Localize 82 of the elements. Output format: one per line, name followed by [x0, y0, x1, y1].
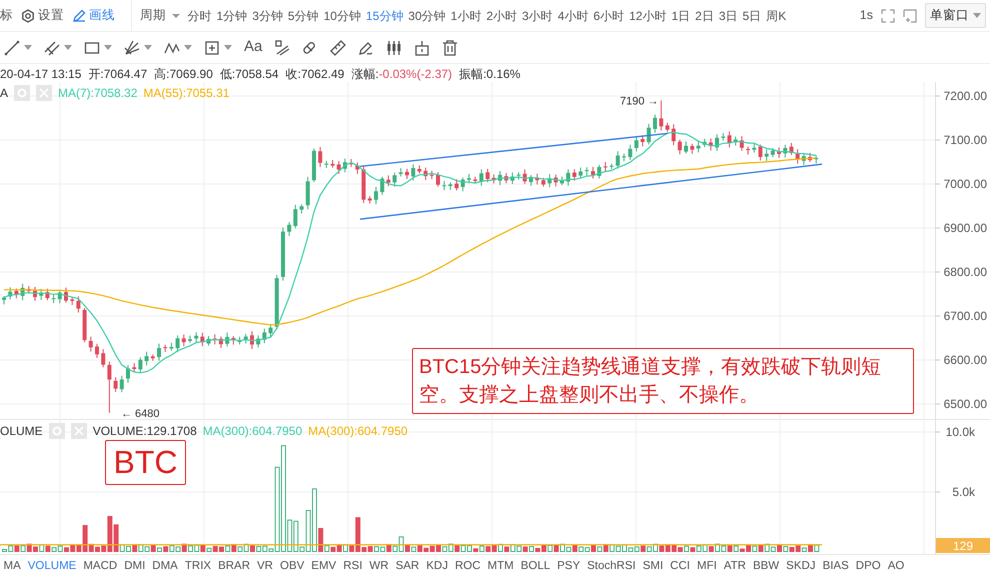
chart-note: BTC15分钟关注趋势线通道支撑，有效跌破下轨则短空。支撑之上盘整则不出手、不操作。: [412, 348, 914, 414]
ohlc-field: 低:7058.54: [220, 65, 279, 83]
text-tool[interactable]: Aa: [244, 36, 262, 59]
price-axis-label: 7000.00: [944, 177, 987, 191]
indicator-tab[interactable]: VR: [254, 558, 276, 576]
indicator-tab[interactable]: BIAS: [819, 558, 852, 576]
ohlc-field: 涨幅:-0.03%(-2.37): [351, 65, 452, 83]
low-price-label: ← 6480: [121, 408, 160, 420]
refresh-rate[interactable]: 1s: [860, 6, 873, 25]
interval-tab[interactable]: 10分钟: [321, 6, 364, 24]
ohlc-field: 开:7064.47: [88, 65, 148, 83]
interval-tab[interactable]: 2小时: [484, 6, 520, 24]
indicator-tab[interactable]: CCI: [666, 558, 694, 576]
interval-tab[interactable]: 2日: [692, 6, 716, 24]
indicator-tab[interactable]: ATR: [720, 558, 750, 576]
interval-tab[interactable]: 3日: [716, 6, 740, 24]
indicator-value: MA(300):604.7950: [202, 423, 302, 440]
price-axis-label: 7200.00: [944, 89, 987, 103]
indicator-tab[interactable]: DMI: [120, 558, 149, 576]
interval-tab[interactable]: 12小时: [626, 6, 669, 24]
interval-tab[interactable]: 1分钟: [214, 6, 250, 24]
indicator-tab[interactable]: ROC: [451, 558, 484, 576]
price-axis-label: 6500.00: [944, 397, 987, 411]
interval-tab[interactable]: 3小时: [520, 6, 556, 24]
price-axis-label: 6600.00: [944, 353, 987, 367]
draw-button[interactable]: 画线: [89, 6, 115, 25]
indicator-tab[interactable]: SKDJ: [782, 558, 820, 576]
indicator-tab[interactable]: BRAR: [214, 558, 254, 576]
ohlc-field: 高:7069.90: [154, 65, 213, 83]
indicator-tab[interactable]: TRIX: [181, 558, 215, 576]
indicator-tab[interactable]: WR: [366, 558, 392, 576]
interval-tab[interactable]: 6小时: [590, 6, 627, 24]
indicator-tab[interactable]: DPO: [852, 558, 884, 576]
indicator-name: A: [0, 85, 8, 102]
interval-tab[interactable]: 1日: [668, 6, 693, 24]
indicator-tab[interactable]: AO: [884, 558, 908, 576]
volume-axis-label: 10.0k: [946, 425, 975, 439]
interval-tab[interactable]: 周K: [764, 6, 789, 24]
indicator-tab[interactable]: OBV: [276, 558, 308, 576]
indicator-tab[interactable]: VOLUME: [24, 558, 80, 576]
interval-tab[interactable]: 30分钟: [406, 6, 448, 24]
ohlc-field: 收:7062.49: [286, 65, 344, 83]
last-volume-value: 129: [952, 539, 974, 553]
indicator-tab[interactable]: KDJ: [422, 558, 452, 576]
indicator-tab[interactable]: RSI: [340, 558, 366, 576]
price-axis-label: 6700.00: [944, 309, 987, 323]
indicator-tab[interactable]: MFI: [693, 558, 720, 576]
indicator-tab[interactable]: PSY: [554, 558, 584, 576]
indicator-tab[interactable]: BOLL: [517, 558, 554, 576]
indicator-value: MA(7):7058.32: [58, 85, 138, 102]
indicator-value: MA(300):604.7950: [308, 423, 408, 440]
indicator-tab[interactable]: SMI: [639, 558, 667, 576]
period-label[interactable]: 周期: [140, 6, 166, 25]
indicator-tab[interactable]: MA: [0, 558, 24, 576]
indicator-tab[interactable]: StochRSI: [584, 558, 640, 576]
indicator-name: OLUME: [0, 423, 43, 440]
indicator-tab[interactable]: DMA: [148, 558, 182, 576]
price-axis-label: 6900.00: [944, 221, 987, 235]
indicator-value: MA(55):7055.31: [143, 85, 230, 102]
chart-note: BTC: [105, 440, 186, 485]
indicator-value: VOLUME:129.1708: [92, 423, 197, 440]
settings-button[interactable]: 设置: [38, 6, 64, 25]
volume-axis-label: 5.0k: [952, 485, 975, 499]
indicator-tab[interactable]: BBW: [749, 558, 783, 576]
interval-tab[interactable]: 3分钟: [250, 6, 286, 24]
toolbar-label: 标: [0, 7, 13, 24]
bar-time: 20-04-17 13:15: [0, 66, 82, 83]
indicator-tab[interactable]: EMV: [308, 558, 340, 576]
interval-tab[interactable]: 分时: [185, 6, 214, 24]
interval-tab[interactable]: 5日: [740, 6, 764, 24]
interval-tab[interactable]: 4小时: [555, 6, 591, 24]
indicator-tab[interactable]: MACD: [80, 558, 121, 576]
high-price-label: 7190 →: [620, 95, 659, 108]
price-axis-label: 7100.00: [944, 133, 987, 147]
window-mode-dropdown[interactable]: 单窗口: [925, 3, 986, 28]
interval-tab[interactable]: 15分钟: [363, 6, 406, 24]
price-axis-label: 6800.00: [944, 265, 987, 279]
ohlc-field: 振幅:0.16%: [459, 65, 520, 83]
interval-tab[interactable]: 5分钟: [285, 6, 322, 24]
interval-tab[interactable]: 1小时: [448, 6, 484, 24]
indicator-tab[interactable]: SAR: [392, 558, 423, 576]
indicator-tab[interactable]: MTM: [484, 558, 518, 576]
